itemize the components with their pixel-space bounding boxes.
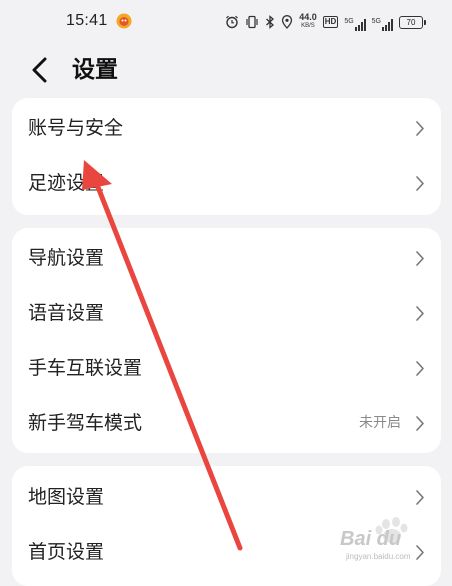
chevron-right-icon (416, 361, 424, 376)
settings-group-driving: 导航设置 语音设置 手车互联设置 新手驾车模式 未开启 (12, 228, 441, 453)
status-time: 15:41 (66, 12, 108, 29)
net-speed: 44.0 KB/S (299, 12, 317, 30)
settings-group-account: 账号与安全 足迹设置 (12, 98, 441, 215)
hd-icon: HD (322, 16, 339, 28)
chevron-right-icon (416, 416, 424, 431)
status-bar: 15:41 44.0 KB/S HD 5G 5G 70 (0, 0, 452, 44)
chevron-right-icon (416, 121, 424, 136)
settings-item-voice[interactable]: 语音设置 (12, 286, 441, 341)
settings-item-label: 手车互联设置 (28, 357, 143, 379)
chevron-right-icon (416, 490, 424, 505)
settings-item-label: 语音设置 (28, 302, 105, 324)
settings-item-label: 地图设置 (28, 486, 105, 508)
alarm-icon (226, 15, 239, 29)
bluetooth-icon (266, 15, 275, 29)
settings-item-label: 账号与安全 (28, 117, 124, 139)
signal-2-icon: 5G (372, 13, 393, 31)
settings-item-status: 未开启 (359, 415, 401, 431)
status-icons: 44.0 KB/S HD 5G 5G 70 (225, 12, 426, 32)
settings-item-account-security[interactable]: 账号与安全 (12, 101, 441, 156)
app-notification-icon (116, 13, 132, 29)
settings-item-footprint[interactable]: 足迹设置 (12, 156, 441, 211)
settings-item-label: 导航设置 (28, 247, 105, 269)
back-arrow-icon[interactable] (28, 54, 52, 86)
page-title: 设置 (72, 57, 118, 83)
watermark-subtext: jingyan.baidu.com (346, 552, 411, 561)
battery-icon: 70 (399, 15, 426, 29)
settings-item-label: 足迹设置 (28, 172, 105, 194)
settings-item-phone-car-link[interactable]: 手车互联设置 (12, 341, 441, 396)
settings-item-novice-mode[interactable]: 新手驾车模式 未开启 (12, 396, 441, 451)
settings-item-navigation[interactable]: 导航设置 (12, 231, 441, 286)
page-header: 设置 (0, 44, 452, 96)
watermark-text: Bai du (340, 528, 402, 550)
settings-item-label: 新手驾车模式 (28, 412, 143, 434)
chevron-right-icon (416, 306, 424, 321)
signal-1-icon: 5G (344, 13, 366, 31)
location-icon (282, 15, 293, 29)
vibrate-icon (246, 15, 258, 29)
chevron-right-icon (416, 251, 424, 266)
chevron-right-icon (416, 176, 424, 191)
